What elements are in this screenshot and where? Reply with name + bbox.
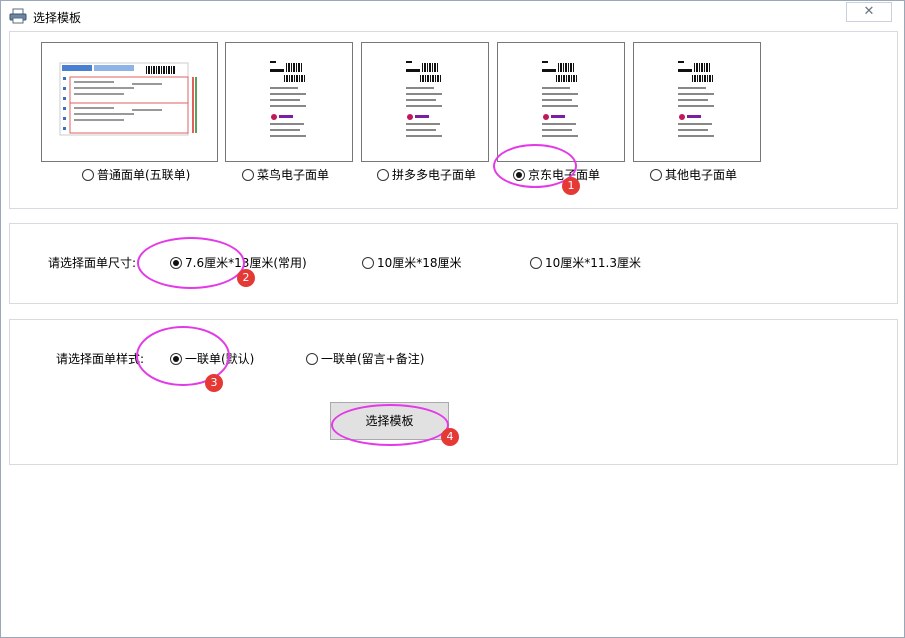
window-title: 选择模板 xyxy=(33,11,82,25)
size-label: 请选择面单尺寸: xyxy=(48,256,137,270)
annotation-ellipse xyxy=(331,404,449,446)
template-thumb-ordinary[interactable] xyxy=(41,42,218,162)
radio-button[interactable] xyxy=(377,168,389,181)
annotation-badge: 4 xyxy=(441,428,459,446)
radio-button[interactable] xyxy=(650,168,662,181)
radio-label: 菜鸟电子面单 xyxy=(257,168,330,182)
radio-label: 10厘米*11.3厘米 xyxy=(545,256,641,270)
annotation-ellipse xyxy=(137,237,245,289)
radio-label: 其他电子面单 xyxy=(665,168,738,182)
printer-icon xyxy=(9,8,27,24)
radio-template-pinduoduo[interactable]: 拼多多电子面单 xyxy=(377,166,476,183)
annotation-badge: 1 xyxy=(562,177,580,195)
radio-template-cainiao[interactable]: 菜鸟电子面单 xyxy=(242,166,329,183)
radio-label: 一联单(留言+备注) xyxy=(321,352,425,366)
radio-label: 10厘米*18厘米 xyxy=(377,256,462,270)
radio-button[interactable] xyxy=(82,168,94,181)
template-thumb-cainiao[interactable] xyxy=(225,42,353,162)
ordinary-waybill-preview xyxy=(59,62,197,136)
template-thumb-other[interactable] xyxy=(633,42,761,162)
radio-label: 拼多多电子面单 xyxy=(392,168,477,182)
radio-size-10x11.3[interactable]: 10厘米*11.3厘米 xyxy=(530,254,641,271)
radio-label: 普通面单(五联单) xyxy=(97,168,191,182)
close-button[interactable]: ✕ xyxy=(846,2,892,22)
radio-button[interactable] xyxy=(242,168,254,181)
radio-button[interactable] xyxy=(530,256,542,269)
electronic-waybill-preview xyxy=(406,61,442,137)
radio-size-10x18[interactable]: 10厘米*18厘米 xyxy=(362,254,462,271)
electronic-waybill-preview xyxy=(678,61,714,137)
template-thumb-jd[interactable] xyxy=(497,42,625,162)
radio-button[interactable] xyxy=(362,256,374,269)
template-group: 普通面单(五联单) 菜鸟电子面单 拼多多电子面单 京东电子面单 其他电子面单 xyxy=(9,31,898,209)
dialog-window: 选择模板 ✕ 普通面单(五联单) 菜鸟电子面单 拼多多电子面单 京东电子面单 其… xyxy=(0,0,905,638)
annotation-badge: 2 xyxy=(237,269,255,287)
template-thumb-pinduoduo[interactable] xyxy=(361,42,489,162)
title-bar: 选择模板 ✕ xyxy=(1,1,904,31)
electronic-waybill-preview xyxy=(542,61,578,137)
radio-template-ordinary[interactable]: 普通面单(五联单) xyxy=(82,166,190,183)
electronic-waybill-preview xyxy=(270,61,306,137)
radio-button[interactable] xyxy=(306,352,318,365)
style-label: 请选择面单样式: xyxy=(56,352,145,366)
close-icon: ✕ xyxy=(863,4,875,19)
radio-template-other[interactable]: 其他电子面单 xyxy=(650,166,737,183)
annotation-badge: 3 xyxy=(205,374,223,392)
radio-style-message-remark[interactable]: 一联单(留言+备注) xyxy=(306,350,424,367)
